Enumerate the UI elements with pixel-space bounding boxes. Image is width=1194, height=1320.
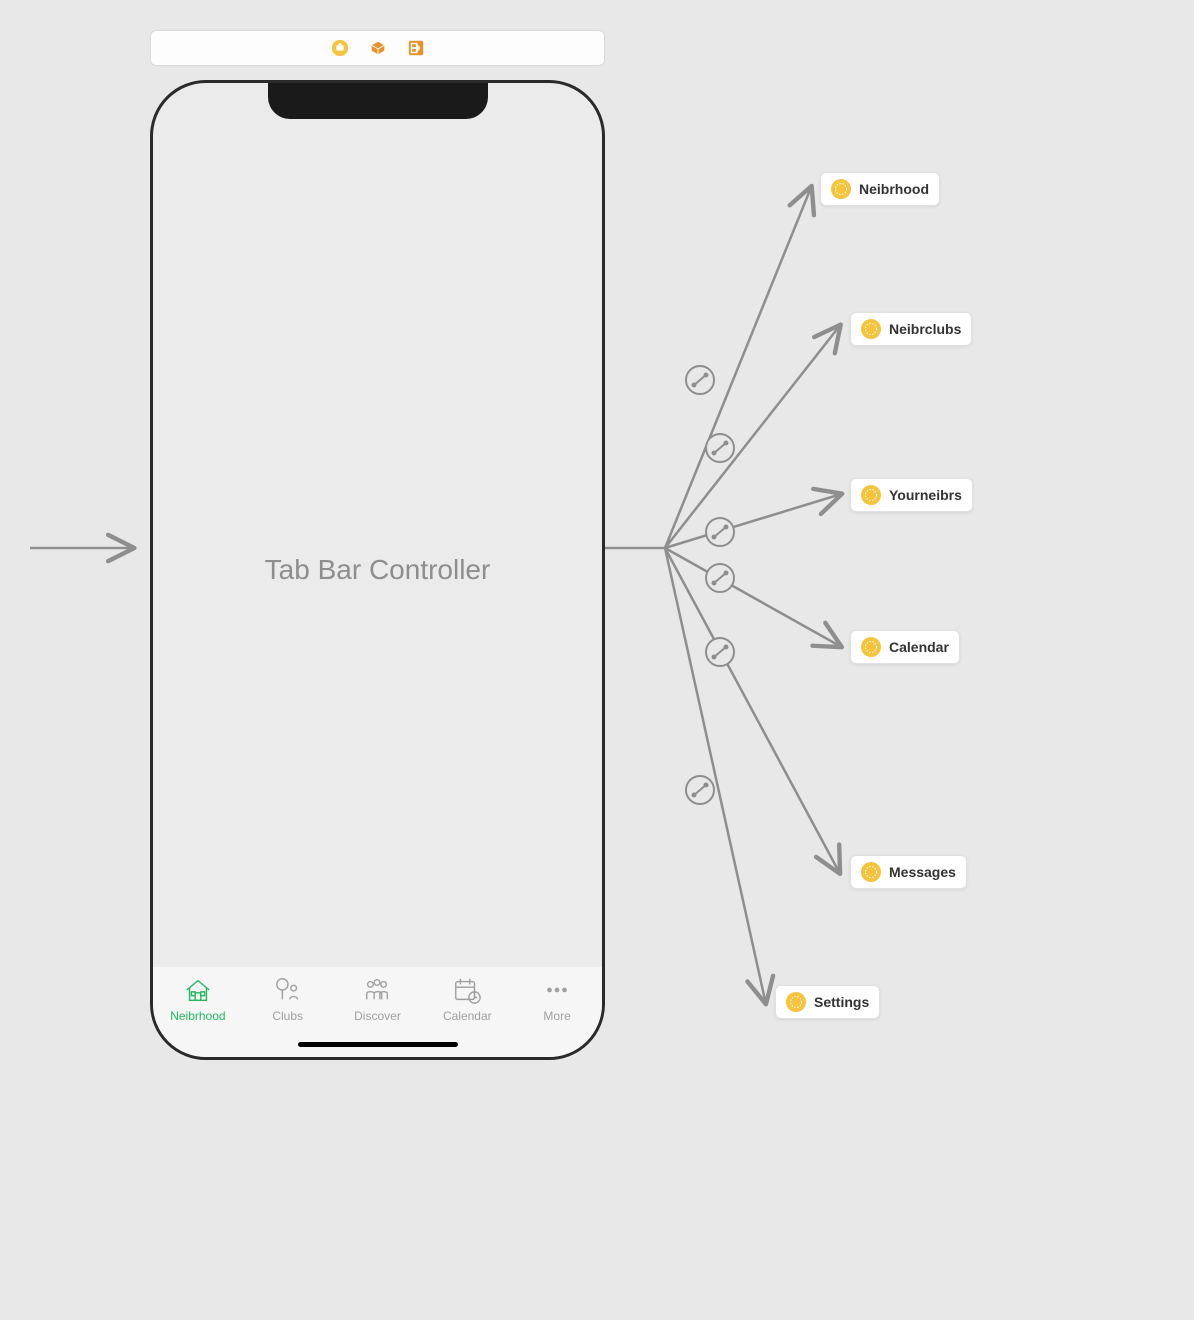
tab-more[interactable]: More	[512, 975, 602, 1023]
viewcontroller-icon	[861, 862, 881, 882]
destination-neibrclubs[interactable]: Neibrclubs	[850, 312, 972, 346]
destination-label: Settings	[814, 994, 869, 1010]
exit-icon[interactable]	[406, 38, 426, 58]
calendar-clock-icon	[452, 975, 482, 1005]
scene-toolbar[interactable]	[150, 30, 605, 66]
viewcontroller-icon	[831, 179, 851, 199]
people-icon	[362, 975, 392, 1005]
destination-settings[interactable]: Settings	[775, 985, 880, 1019]
viewcontroller-icon	[861, 637, 881, 657]
first-responder-icon[interactable]	[368, 38, 388, 58]
tab-label: Calendar	[443, 1009, 492, 1023]
viewcontroller-icon	[861, 485, 881, 505]
tab-bar-controller-scene[interactable]: Tab Bar Controller Neibrhood Clubs Disco…	[150, 80, 605, 1060]
tree-people-icon	[273, 975, 303, 1005]
tab-calendar[interactable]: Calendar	[422, 975, 512, 1023]
destination-label: Neibrclubs	[889, 321, 961, 337]
tab-label: More	[543, 1009, 570, 1023]
destination-label: Messages	[889, 864, 956, 880]
tab-neibrhood[interactable]: Neibrhood	[153, 975, 243, 1023]
destination-label: Neibrhood	[859, 181, 929, 197]
destination-yourneibrs[interactable]: Yourneibrs	[850, 478, 973, 512]
tab-label: Discover	[354, 1009, 401, 1023]
tab-clubs[interactable]: Clubs	[243, 975, 333, 1023]
home-indicator	[298, 1042, 458, 1047]
tab-discover[interactable]: Discover	[333, 975, 423, 1023]
destination-calendar[interactable]: Calendar	[850, 630, 960, 664]
storyboard-entry-icon[interactable]	[330, 38, 350, 58]
destination-messages[interactable]: Messages	[850, 855, 967, 889]
destination-label: Yourneibrs	[889, 487, 962, 503]
house-icon	[183, 975, 213, 1005]
destination-neibrhood[interactable]: Neibrhood	[820, 172, 940, 206]
viewcontroller-icon	[861, 319, 881, 339]
viewcontroller-icon	[786, 992, 806, 1012]
tab-label: Clubs	[272, 1009, 303, 1023]
destination-label: Calendar	[889, 639, 949, 655]
tab-label: Neibrhood	[170, 1009, 225, 1023]
scene-title: Tab Bar Controller	[153, 83, 602, 1057]
more-dots-icon	[542, 975, 572, 1005]
